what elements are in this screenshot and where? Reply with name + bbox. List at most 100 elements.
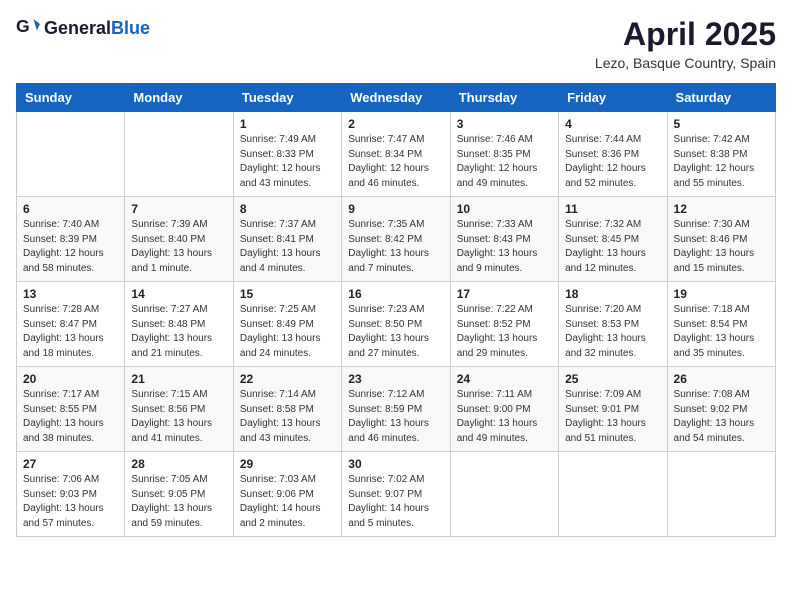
day-number: 27 — [23, 457, 118, 471]
calendar-week-row: 27 Sunrise: 7:06 AM Sunset: 9:03 PM Dayli… — [17, 452, 776, 537]
day-number: 18 — [565, 287, 660, 301]
day-info: Sunrise: 7:35 AM Sunset: 8:42 PM Dayligh… — [348, 218, 443, 276]
weekday-header: Saturday — [667, 84, 775, 112]
day-info: Sunrise: 7:32 AM Sunset: 8:45 PM Dayligh… — [565, 218, 660, 276]
day-number: 22 — [240, 372, 335, 386]
day-number: 26 — [674, 372, 769, 386]
day-info: Sunrise: 7:33 AM Sunset: 8:43 PM Dayligh… — [457, 218, 552, 276]
day-info: Sunrise: 7:14 AM Sunset: 8:58 PM Dayligh… — [240, 388, 335, 446]
calendar-cell — [667, 452, 775, 537]
day-number: 4 — [565, 117, 660, 131]
calendar-header-row: SundayMondayTuesdayWednesdayThursdayFrid… — [17, 84, 776, 112]
day-number: 17 — [457, 287, 552, 301]
calendar-cell: 18Sunrise: 7:20 AM Sunset: 8:53 PM Dayli… — [559, 282, 667, 367]
calendar-cell: 5 Sunrise: 7:42 AM Sunset: 8:38 PM Daylig… — [667, 112, 775, 197]
day-info: Sunrise: 7:08 AM Sunset: 9:02 PM Dayligh… — [674, 388, 769, 446]
logo-blue: Blue — [111, 18, 150, 38]
weekday-header: Wednesday — [342, 84, 450, 112]
title-block: April 2025 Lezo, Basque Country, Spain — [595, 16, 776, 71]
calendar-cell: 24Sunrise: 7:11 AM Sunset: 9:00 PM Dayli… — [450, 367, 558, 452]
day-info: Sunrise: 7:06 AM Sunset: 9:03 PM Dayligh… — [23, 473, 118, 531]
day-info: Sunrise: 7:05 AM Sunset: 9:05 PM Dayligh… — [131, 473, 226, 531]
day-info: Sunrise: 7:30 AM Sunset: 8:46 PM Dayligh… — [674, 218, 769, 276]
day-number: 7 — [131, 202, 226, 216]
day-number: 5 — [674, 117, 769, 131]
day-info: Sunrise: 7:39 AM Sunset: 8:40 PM Dayligh… — [131, 218, 226, 276]
day-info: Sunrise: 7:47 AM Sunset: 8:34 PM Dayligh… — [348, 133, 443, 191]
day-info: Sunrise: 7:40 AM Sunset: 8:39 PM Dayligh… — [23, 218, 118, 276]
calendar-cell: 29 Sunrise: 7:03 AM Sunset: 9:06 PM Dayli… — [233, 452, 341, 537]
day-number: 29 — [240, 457, 335, 471]
day-number: 23 — [348, 372, 443, 386]
day-info: Sunrise: 7:46 AM Sunset: 8:35 PM Dayligh… — [457, 133, 552, 191]
day-number: 13 — [23, 287, 118, 301]
calendar-cell — [17, 112, 125, 197]
location: Lezo, Basque Country, Spain — [595, 55, 776, 71]
day-number: 9 — [348, 202, 443, 216]
logo-general: General — [44, 18, 111, 38]
day-number: 12 — [674, 202, 769, 216]
weekday-header: Monday — [125, 84, 233, 112]
day-info: Sunrise: 7:37 AM Sunset: 8:41 PM Dayligh… — [240, 218, 335, 276]
logo: G GeneralBlue — [16, 16, 150, 40]
weekday-header: Sunday — [17, 84, 125, 112]
day-number: 25 — [565, 372, 660, 386]
day-info: Sunrise: 7:09 AM Sunset: 9:01 PM Dayligh… — [565, 388, 660, 446]
day-number: 10 — [457, 202, 552, 216]
calendar-table: SundayMondayTuesdayWednesdayThursdayFrid… — [16, 83, 776, 537]
day-info: Sunrise: 7:15 AM Sunset: 8:56 PM Dayligh… — [131, 388, 226, 446]
calendar-cell: 11Sunrise: 7:32 AM Sunset: 8:45 PM Dayli… — [559, 197, 667, 282]
calendar-cell: 12 Sunrise: 7:30 AM Sunset: 8:46 PM Dayli… — [667, 197, 775, 282]
day-info: Sunrise: 7:12 AM Sunset: 8:59 PM Dayligh… — [348, 388, 443, 446]
calendar-cell: 13Sunrise: 7:28 AM Sunset: 8:47 PM Dayli… — [17, 282, 125, 367]
day-info: Sunrise: 7:03 AM Sunset: 9:06 PM Dayligh… — [240, 473, 335, 531]
calendar-cell — [125, 112, 233, 197]
weekday-header: Thursday — [450, 84, 558, 112]
calendar-cell: 1Sunrise: 7:49 AM Sunset: 8:33 PM Daylig… — [233, 112, 341, 197]
day-info: Sunrise: 7:42 AM Sunset: 8:38 PM Dayligh… — [674, 133, 769, 191]
day-info: Sunrise: 7:18 AM Sunset: 8:54 PM Dayligh… — [674, 303, 769, 361]
calendar-cell: 27 Sunrise: 7:06 AM Sunset: 9:03 PM Dayli… — [17, 452, 125, 537]
day-info: Sunrise: 7:22 AM Sunset: 8:52 PM Dayligh… — [457, 303, 552, 361]
calendar-cell — [559, 452, 667, 537]
calendar-cell: 10 Sunrise: 7:33 AM Sunset: 8:43 PM Dayli… — [450, 197, 558, 282]
calendar-cell: 30Sunrise: 7:02 AM Sunset: 9:07 PM Dayli… — [342, 452, 450, 537]
calendar-cell: 6 Sunrise: 7:40 AM Sunset: 8:39 PM Daylig… — [17, 197, 125, 282]
logo-text: GeneralBlue — [44, 18, 150, 39]
day-number: 16 — [348, 287, 443, 301]
calendar-cell: 14 Sunrise: 7:27 AM Sunset: 8:48 PM Dayli… — [125, 282, 233, 367]
day-info: Sunrise: 7:25 AM Sunset: 8:49 PM Dayligh… — [240, 303, 335, 361]
weekday-header: Tuesday — [233, 84, 341, 112]
day-number: 20 — [23, 372, 118, 386]
day-number: 6 — [23, 202, 118, 216]
day-info: Sunrise: 7:49 AM Sunset: 8:33 PM Dayligh… — [240, 133, 335, 191]
month-year: April 2025 — [595, 16, 776, 53]
day-number: 28 — [131, 457, 226, 471]
calendar-cell: 28 Sunrise: 7:05 AM Sunset: 9:05 PM Dayli… — [125, 452, 233, 537]
calendar-week-row: 1Sunrise: 7:49 AM Sunset: 8:33 PM Daylig… — [17, 112, 776, 197]
calendar-cell: 3Sunrise: 7:46 AM Sunset: 8:35 PM Daylig… — [450, 112, 558, 197]
day-info: Sunrise: 7:23 AM Sunset: 8:50 PM Dayligh… — [348, 303, 443, 361]
calendar-cell: 23 Sunrise: 7:12 AM Sunset: 8:59 PM Dayli… — [342, 367, 450, 452]
calendar-cell: 4 Sunrise: 7:44 AM Sunset: 8:36 PM Daylig… — [559, 112, 667, 197]
calendar-week-row: 20 Sunrise: 7:17 AM Sunset: 8:55 PM Dayli… — [17, 367, 776, 452]
day-info: Sunrise: 7:11 AM Sunset: 9:00 PM Dayligh… — [457, 388, 552, 446]
day-info: Sunrise: 7:27 AM Sunset: 8:48 PM Dayligh… — [131, 303, 226, 361]
day-number: 2 — [348, 117, 443, 131]
calendar-cell: 25 Sunrise: 7:09 AM Sunset: 9:01 PM Dayli… — [559, 367, 667, 452]
day-number: 21 — [131, 372, 226, 386]
day-info: Sunrise: 7:17 AM Sunset: 8:55 PM Dayligh… — [23, 388, 118, 446]
calendar-cell: 17 Sunrise: 7:22 AM Sunset: 8:52 PM Dayli… — [450, 282, 558, 367]
day-info: Sunrise: 7:44 AM Sunset: 8:36 PM Dayligh… — [565, 133, 660, 191]
calendar-week-row: 6 Sunrise: 7:40 AM Sunset: 8:39 PM Daylig… — [17, 197, 776, 282]
page-header: G GeneralBlue April 2025 Lezo, Basque Co… — [16, 16, 776, 71]
calendar-cell: 2 Sunrise: 7:47 AM Sunset: 8:34 PM Daylig… — [342, 112, 450, 197]
day-info: Sunrise: 7:02 AM Sunset: 9:07 PM Dayligh… — [348, 473, 443, 531]
calendar-cell — [450, 452, 558, 537]
calendar-cell: 16 Sunrise: 7:23 AM Sunset: 8:50 PM Dayli… — [342, 282, 450, 367]
day-number: 14 — [131, 287, 226, 301]
calendar-cell: 15Sunrise: 7:25 AM Sunset: 8:49 PM Dayli… — [233, 282, 341, 367]
day-number: 8 — [240, 202, 335, 216]
logo-icon: G — [16, 16, 40, 40]
calendar-cell: 21 Sunrise: 7:15 AM Sunset: 8:56 PM Dayli… — [125, 367, 233, 452]
